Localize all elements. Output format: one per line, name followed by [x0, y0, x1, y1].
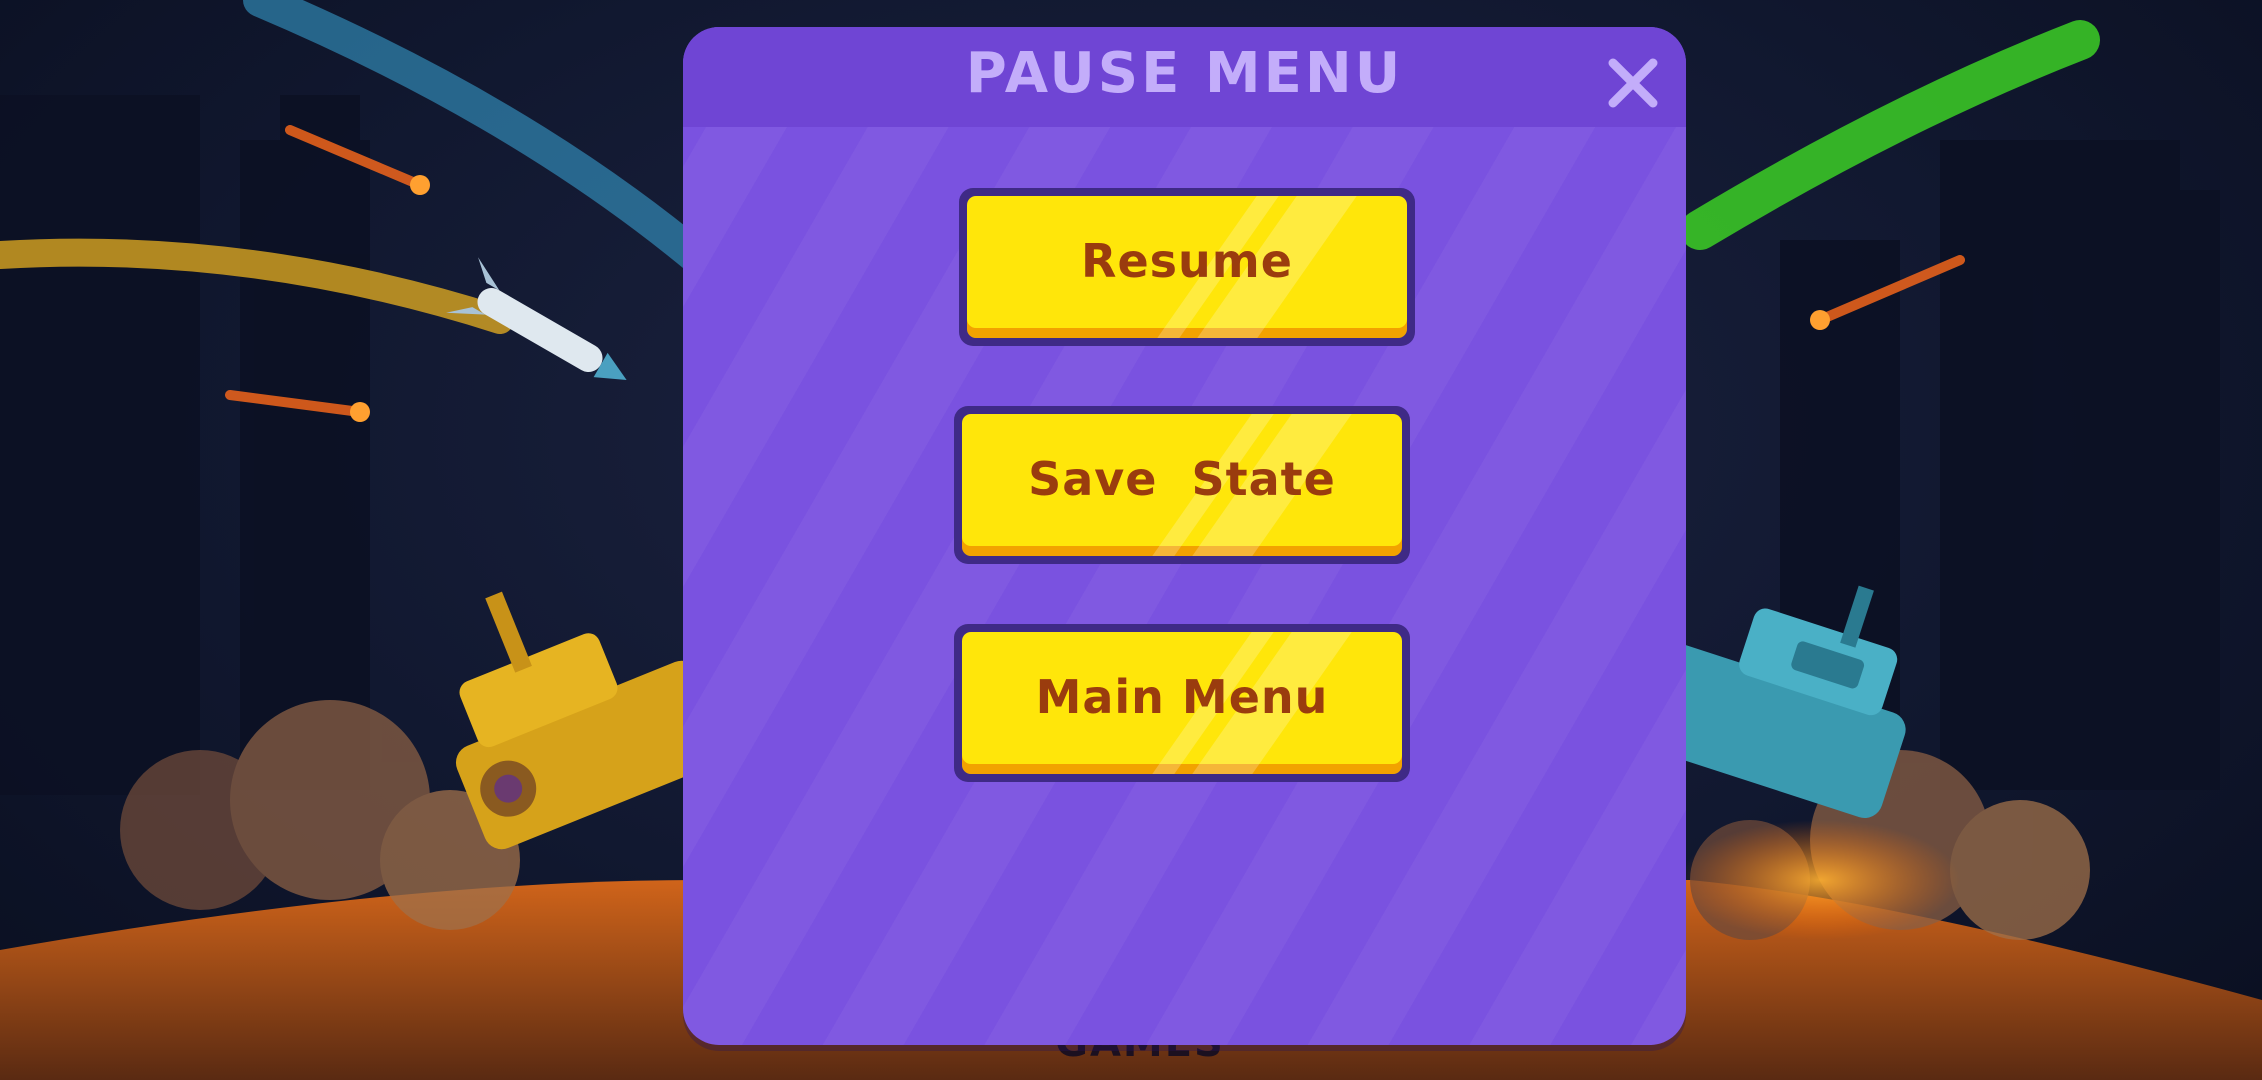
- fire-glow: [1680, 820, 1960, 940]
- game-scene: GAMES PAUSE MENU Resume Save State: [0, 0, 2262, 1080]
- resume-label: Resume: [1081, 234, 1293, 289]
- resume-button-face: Resume: [967, 196, 1407, 338]
- pause-menu-dialog: PAUSE MENU Resume Save State Main Menu: [683, 27, 1686, 1045]
- missile: [446, 257, 627, 380]
- main-menu-button[interactable]: Main Menu: [954, 624, 1410, 782]
- save-state-button-face: Save State: [962, 414, 1402, 556]
- main-menu-label: Main Menu: [1035, 670, 1329, 725]
- resume-button[interactable]: Resume: [959, 188, 1415, 346]
- dialog-title: PAUSE MENU: [965, 41, 1404, 106]
- save-state-button[interactable]: Save State: [954, 406, 1410, 564]
- dialog-header: PAUSE MENU: [683, 27, 1686, 127]
- close-x-icon: [1608, 58, 1658, 108]
- close-button[interactable]: [1603, 53, 1663, 113]
- main-menu-button-face: Main Menu: [962, 632, 1402, 774]
- save-state-label: Save State: [1028, 452, 1336, 507]
